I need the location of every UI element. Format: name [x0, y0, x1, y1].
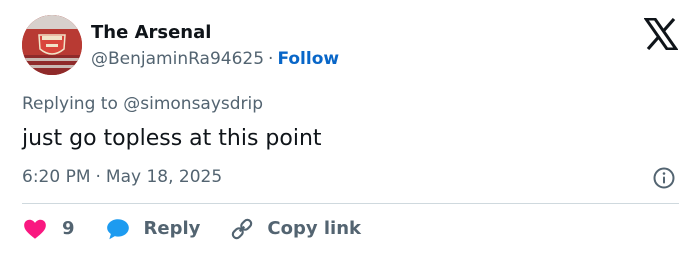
- follow-button[interactable]: Follow: [277, 49, 339, 69]
- tweet-text: just go topless at this point: [22, 126, 322, 151]
- reply-button[interactable]: Reply: [105, 216, 201, 242]
- author-handle-row: @BenjaminRa94625 · Follow: [91, 48, 339, 70]
- tweet-date: May 18, 2025: [105, 167, 223, 187]
- info-icon[interactable]: [652, 166, 676, 190]
- like-button[interactable]: 9: [22, 216, 75, 242]
- arsenal-avatar-image: [22, 15, 82, 75]
- heart-icon: [24, 219, 46, 239]
- tweet-timestamp[interactable]: 6:20 PM · May 18, 2025: [22, 166, 222, 188]
- x-logo-icon[interactable]: [644, 18, 678, 50]
- replying-to: Replying to @simonsaysdrip: [22, 93, 263, 115]
- avatar[interactable]: [22, 15, 82, 75]
- author-handle[interactable]: @BenjaminRa94625: [91, 49, 264, 69]
- chat-bubble-icon: [106, 219, 129, 240]
- handle-separator: ·: [268, 49, 274, 69]
- author-name[interactable]: The Arsenal: [91, 22, 211, 44]
- copy-link-label: Copy link: [267, 218, 361, 239]
- action-bar: 9 Reply Copy link: [22, 216, 361, 242]
- tweet-time: 6:20 PM: [22, 167, 91, 187]
- link-icon: [232, 218, 253, 240]
- replying-mention[interactable]: @simonsaysdrip: [123, 94, 263, 114]
- replying-prefix: Replying to: [22, 94, 118, 114]
- copy-link-button[interactable]: Copy link: [229, 216, 361, 242]
- reply-label: Reply: [143, 218, 201, 239]
- time-separator: ·: [95, 167, 101, 187]
- divider: [22, 203, 679, 204]
- like-count: 9: [62, 218, 75, 239]
